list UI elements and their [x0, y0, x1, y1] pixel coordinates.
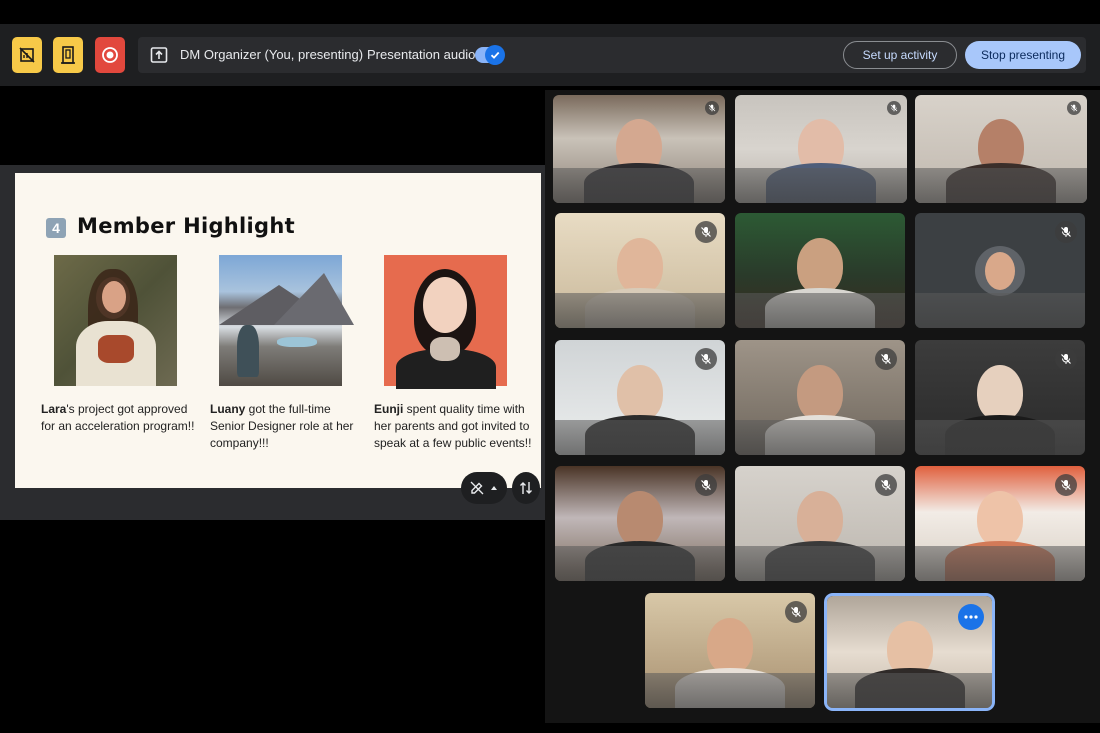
swap-layout-button[interactable] — [512, 472, 540, 504]
participant-tile[interactable] — [915, 95, 1087, 203]
annotate-button[interactable] — [461, 472, 507, 504]
participant-tile[interactable] — [555, 340, 725, 455]
layout-button[interactable] — [53, 37, 83, 73]
participant-tile[interactable] — [645, 593, 815, 708]
set-up-activity-button[interactable]: Set up activity — [843, 41, 957, 69]
presenter-label: DM Organizer (You, presenting) — [180, 47, 364, 62]
hide-ui-button[interactable] — [12, 37, 42, 73]
mic-off-icon — [875, 348, 897, 370]
participant-tile[interactable] — [555, 213, 725, 328]
presentation-audio-label: Presentation audio — [367, 47, 476, 62]
participant-tile[interactable] — [735, 95, 907, 203]
mic-off-icon — [695, 348, 717, 370]
participant-tile[interactable] — [555, 466, 725, 581]
mic-off-icon — [875, 474, 897, 496]
self-view-tile[interactable] — [827, 596, 992, 708]
swap-arrows-icon — [520, 482, 532, 494]
more-options-button[interactable] — [958, 604, 984, 630]
presented-slide: 4 Member Highlight Lara's project got ap… — [15, 173, 541, 488]
record-button[interactable] — [95, 37, 125, 73]
participant-tile[interactable] — [915, 340, 1085, 455]
caption-lara: Lara's project got approved for an accel… — [41, 402, 195, 433]
mic-off-icon — [695, 474, 717, 496]
caption-eunji: Eunji spent quality time with her parent… — [374, 402, 532, 450]
check-icon — [485, 45, 505, 65]
no-present-icon — [19, 47, 35, 63]
participant-tile[interactable] — [735, 213, 905, 328]
participant-tile[interactable] — [915, 213, 1085, 328]
stop-presenting-button[interactable]: Stop presenting — [965, 41, 1081, 69]
member-photo-eunji — [384, 255, 507, 389]
mic-off-icon — [1055, 474, 1077, 496]
participant-tile[interactable] — [735, 466, 905, 581]
mic-off-icon — [887, 101, 901, 115]
building-icon — [61, 46, 75, 64]
slide-number-badge: 4 — [46, 218, 66, 238]
presentation-audio-toggle[interactable] — [475, 45, 505, 65]
mic-off-icon — [1055, 221, 1077, 243]
mic-off-icon — [705, 101, 719, 115]
caption-luany: Luany got the full-time Senior Designer … — [210, 402, 354, 450]
participant-tile[interactable] — [735, 340, 905, 455]
presentation-toolbar: DM Organizer (You, presenting) Presentat… — [0, 24, 1100, 86]
mic-off-icon — [695, 221, 717, 243]
slide-title: Member Highlight — [77, 214, 295, 238]
member-photo-luany — [219, 255, 354, 386]
participant-tile[interactable] — [553, 95, 725, 203]
participant-tile[interactable] — [915, 466, 1085, 581]
present-screen-icon — [150, 47, 168, 63]
pen-off-icon — [470, 481, 497, 495]
mic-off-icon — [1055, 348, 1077, 370]
presenting-bar: DM Organizer (You, presenting) Presentat… — [138, 37, 1086, 73]
mic-off-icon — [1067, 101, 1081, 115]
more-horizontal-icon — [964, 615, 978, 619]
avatar — [975, 246, 1025, 296]
mic-off-icon — [785, 601, 807, 623]
record-icon — [102, 47, 118, 63]
member-photo-lara — [54, 255, 177, 386]
